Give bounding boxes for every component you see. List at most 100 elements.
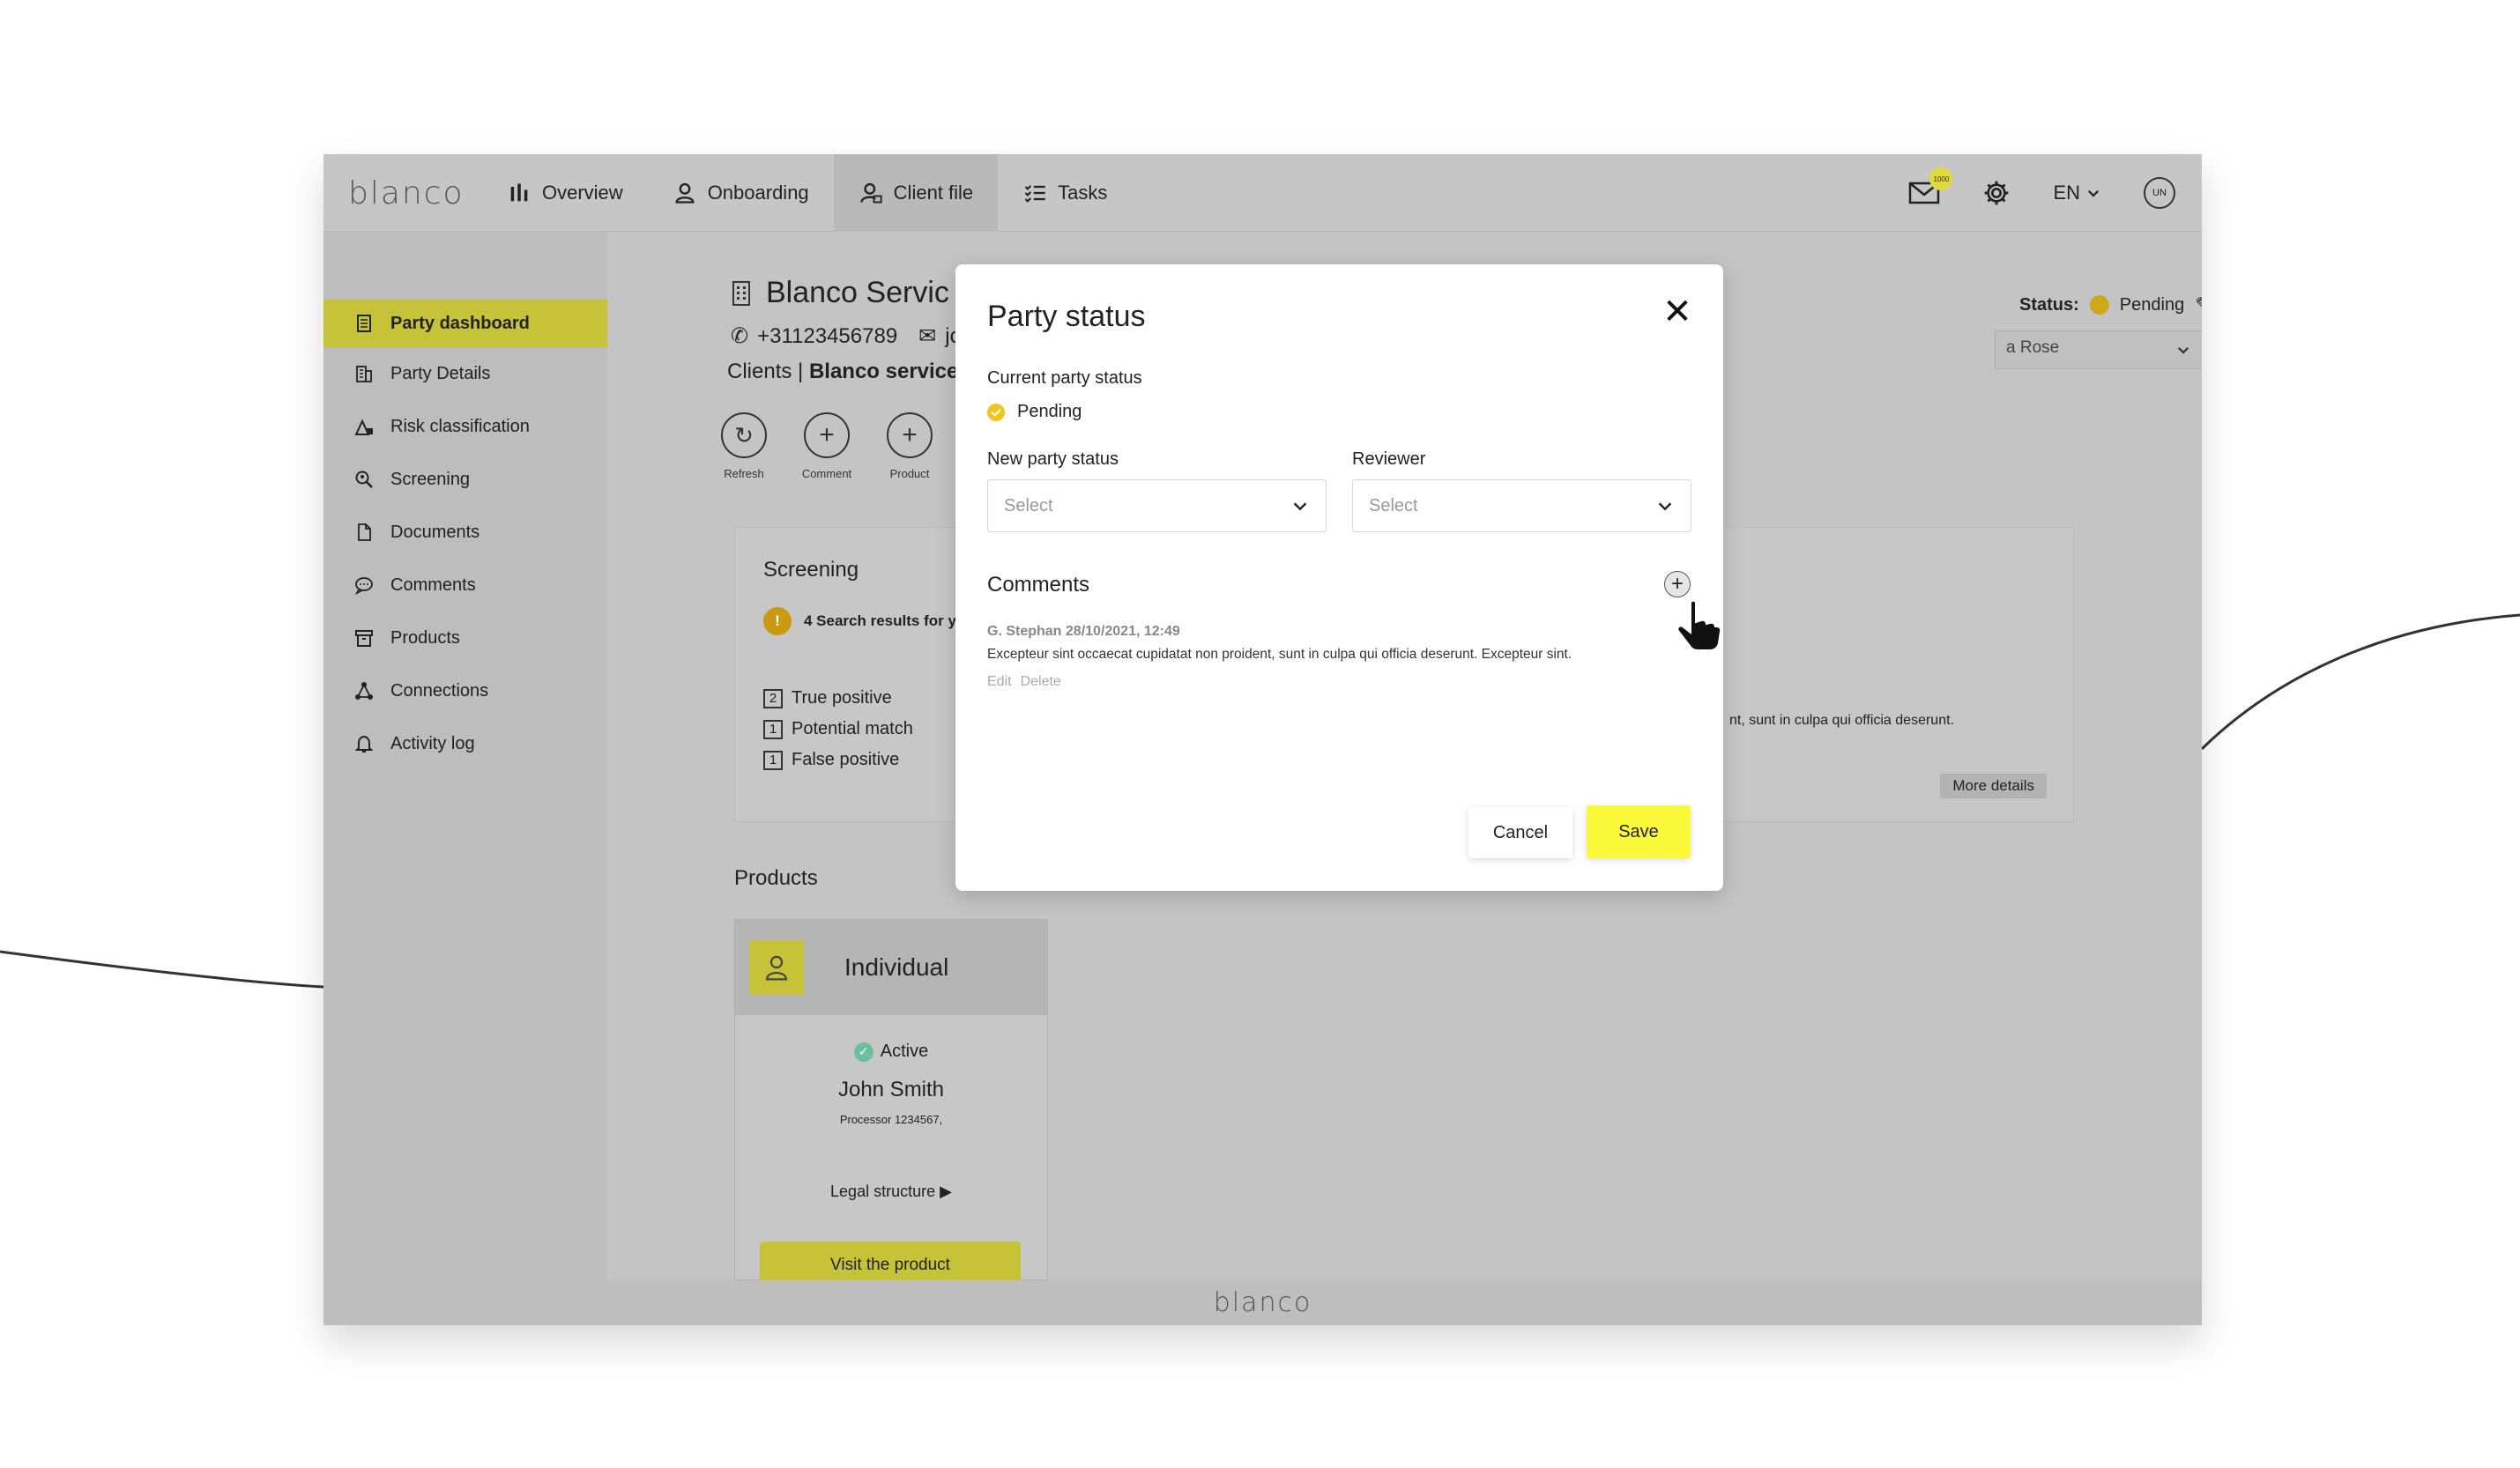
assignee-value: a Rose	[2006, 338, 2060, 357]
comment-meta: G. Stephan 28/10/2021, 12:49	[987, 624, 1180, 639]
plus-icon: +	[887, 412, 933, 458]
refresh-icon: ↻	[721, 412, 767, 458]
reviewer-placeholder: Select	[1369, 495, 1418, 515]
sidebar-item-label: Documents	[390, 522, 480, 542]
current-status-label: Current party status	[987, 368, 1142, 388]
language-select[interactable]: EN	[2053, 182, 2101, 204]
refresh-action[interactable]: ↻ Refresh	[717, 412, 770, 480]
sidebar-item-connections[interactable]: Connections	[323, 664, 607, 717]
footer-logo: blanco	[1213, 1287, 1312, 1318]
party-status-area: Status: Pending ✎ •••	[2019, 293, 2202, 316]
assignee-select[interactable]: a Rose	[1995, 330, 2202, 369]
mail-button[interactable]: 1000	[1908, 167, 1953, 206]
screening-warning-text: 4 Search results for y	[804, 612, 956, 629]
sidebar-item-products[interactable]: Products	[323, 612, 607, 664]
comment-actions: Edit Delete	[987, 674, 1061, 690]
tasks-icon	[1024, 185, 1045, 203]
cancel-button[interactable]: Cancel	[1468, 807, 1572, 858]
screening-title: Screening	[763, 558, 859, 582]
chevron-down-icon	[1293, 502, 1307, 511]
pencil-icon[interactable]: ✎	[2195, 293, 2202, 316]
count-label: True positive	[792, 688, 892, 708]
chevron-down-icon	[1658, 502, 1672, 511]
product-action[interactable]: + Product	[883, 412, 936, 480]
product-type: Individual	[844, 953, 949, 981]
user-icon	[675, 182, 695, 204]
quick-actions: ↻ Refresh + Comment + Product	[717, 412, 936, 480]
edit-comment-link[interactable]: Edit	[987, 674, 1012, 690]
sidebar-item-party-details[interactable]: Party Details	[323, 347, 607, 400]
chevron-down-icon	[2177, 346, 2189, 354]
count-label: False positive	[792, 750, 900, 769]
status-value: Pending	[2119, 294, 2185, 315]
sidebar-item-label: Activity log	[390, 733, 475, 753]
party-status-modal: Party status ✕ Current party status Pend…	[955, 264, 1723, 891]
product-processor: Processor 1234567,	[839, 1113, 943, 1126]
sidebar-item-label: Comments	[390, 575, 476, 595]
product-card: Individual ✓ Active John Smith Processor…	[734, 919, 1048, 1289]
comment-icon	[354, 577, 373, 596]
sidebar-item-activity-log[interactable]: Activity log	[323, 717, 607, 770]
language-label: EN	[2053, 182, 2080, 204]
product-label: Product	[889, 467, 930, 480]
user-icon	[749, 940, 804, 995]
count-row: 1 Potential match	[763, 719, 913, 739]
sidebar-list: Party dashboard Party Details Risk class…	[323, 300, 607, 770]
nav-tasks[interactable]: Tasks	[998, 154, 1132, 232]
sidebar-item-comments[interactable]: Comments	[323, 559, 607, 612]
product-status-text: Active	[880, 1042, 929, 1061]
breadcrumb: Clients | Blanco services	[727, 360, 970, 384]
top-right-tools: 1000 EN UN	[1908, 154, 2175, 232]
screening-snippet: nt, sunt in culpa qui officia deserunt.	[1729, 713, 1954, 728]
company-header: Blanco Servic	[731, 276, 949, 310]
nav-client-file[interactable]: Client file	[833, 154, 999, 232]
nav-overview-label: Overview	[542, 182, 623, 204]
breadcrumb-prefix[interactable]: Clients |	[727, 360, 803, 383]
main-nav: Overview Onboarding Client file Tasks	[482, 154, 1132, 232]
product-holder-name: John Smith	[837, 1078, 945, 1101]
sidebar-item-label: Party Details	[390, 363, 491, 383]
sidebar-item-screening[interactable]: Screening	[323, 453, 607, 506]
gear-icon[interactable]	[1982, 179, 2011, 207]
sidebar-item-label: Screening	[390, 469, 471, 489]
current-status-value: Pending	[987, 402, 1082, 422]
sidebar-item-documents[interactable]: Documents	[323, 506, 607, 559]
count-row: 2 True positive	[763, 688, 913, 708]
plus-icon: +	[804, 412, 850, 458]
comment-label: Comment	[801, 467, 852, 480]
new-status-label: New party status	[987, 449, 1119, 469]
sidebar-item-label: Connections	[390, 680, 489, 701]
comment-action[interactable]: + Comment	[800, 412, 853, 480]
nav-client-file-label: Client file	[893, 182, 974, 204]
comment-text: Excepteur sint occaecat cupidatat non pr…	[987, 647, 1572, 662]
product-card-header: Individual	[735, 920, 1047, 1015]
reviewer-label: Reviewer	[1352, 449, 1426, 469]
legal-structure-link[interactable]: Legal structure ▶	[735, 1183, 1047, 1201]
add-comment-button[interactable]: +	[1664, 571, 1691, 597]
nav-onboarding[interactable]: Onboarding	[648, 154, 834, 232]
modal-title: Party status	[987, 300, 1146, 333]
delete-comment-link[interactable]: Delete	[1021, 674, 1061, 690]
top-navigation-bar: blanco Overview Onboarding Client file T…	[323, 154, 2202, 232]
phone-number[interactable]: +31123456789	[757, 324, 897, 349]
count-num: 2	[763, 688, 783, 708]
save-button[interactable]: Save	[1587, 805, 1691, 858]
current-status-text: Pending	[1017, 402, 1082, 421]
screening-counts: 2 True positive 1 Potential match 1 False p…	[763, 688, 913, 781]
nav-overview[interactable]: Overview	[482, 154, 648, 232]
sidebar-item-risk-classification[interactable]: Risk classification	[323, 400, 607, 453]
app-logo[interactable]: blanco	[348, 175, 465, 211]
sidebar-item-label: Party dashboard	[390, 313, 530, 333]
reviewer-select[interactable]: Select	[1352, 479, 1691, 532]
company-name: Blanco Servic	[766, 276, 949, 309]
sidebar-item-party-dashboard[interactable]: Party dashboard	[323, 300, 607, 347]
screening-warning: ! 4 Search results for y	[763, 607, 956, 635]
new-status-select[interactable]: Select	[987, 479, 1327, 532]
pending-icon	[2089, 295, 2109, 315]
close-icon[interactable]: ✕	[1656, 291, 1699, 333]
more-details-button[interactable]: More details	[1940, 774, 2047, 798]
connections-icon	[355, 682, 373, 700]
building-icon	[356, 366, 372, 382]
count-num: 1	[763, 719, 783, 739]
user-avatar[interactable]: UN	[2144, 177, 2175, 209]
